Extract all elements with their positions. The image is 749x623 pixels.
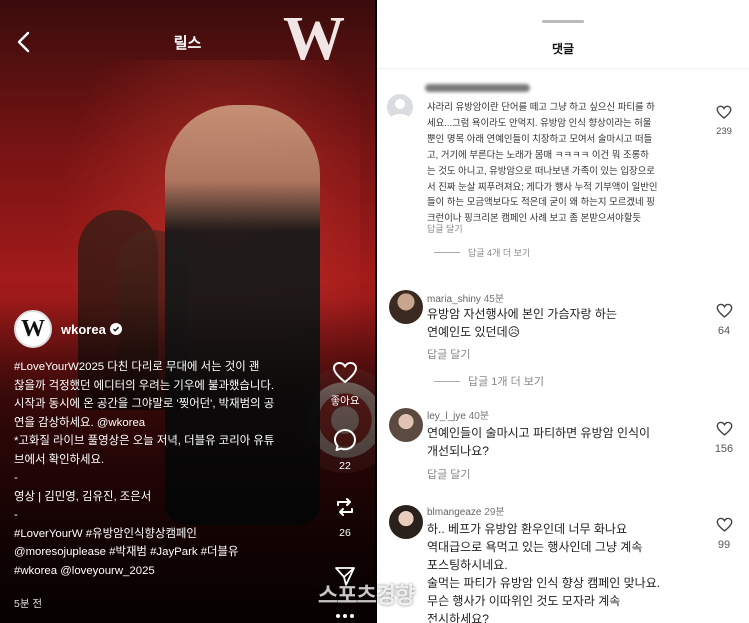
comment-line: 세요...그럼 욕이라도 안먹지. 유방암 인식 향상이라는 허울 (427, 116, 652, 128)
comment-text: 하.. 베프가 유방암 환우인데 너무 화나요 역대급으로 욕먹고 있는 행사인… (427, 520, 660, 623)
repost-count: 26 (339, 527, 351, 539)
like-button[interactable]: 좋아요 (320, 361, 370, 408)
post-time: 5분 전 (14, 598, 43, 610)
comment-line: 역대급으로 욕먹고 있는 행사인데 그냥 계속 (427, 540, 643, 554)
comment-text: 유방암 자선행사에 본인 가슴자랑 하는 연예인도 있던데😥 (427, 305, 617, 341)
comment-line: 고, 거기에 부른다는 노래가 몸매 ㅋㅋㅋㅋ 이건 뭐 조롱하 (427, 148, 649, 160)
comment-like-button[interactable]: 64 (709, 303, 739, 337)
divider (377, 68, 749, 69)
comment-line: 들이 하는 모금액보다도 적은데 굳이 왜 하는지 모르겠네 핑 (427, 196, 655, 208)
comment-line: 유방암 자선행사에 본인 가슴자랑 하는 (427, 307, 617, 321)
author-row[interactable]: W wkorea (14, 310, 122, 348)
like-count: 156 (714, 443, 734, 455)
reply-button[interactable]: 답글 달기 (427, 466, 471, 482)
comment-bubble-icon (334, 429, 356, 451)
user-avatar[interactable] (389, 408, 423, 442)
reels-panel: W 릴스 W wkorea #LoveYourW2025 다친 다리로 무대에 … (0, 0, 375, 623)
comment-line: 연예인들이 술마시고 파티하면 유방암 인식이 (427, 426, 651, 440)
comment-like-button[interactable]: 156 (709, 421, 739, 455)
comment-meta: ley_l_jye 40분 (427, 407, 489, 422)
caption-line: #wkorea @loveyourw_2025 (14, 564, 155, 577)
caption-line: 연을 감상하세요. @wkorea (14, 416, 146, 429)
comment-line: 하.. 베프가 유방암 환우인데 너무 화나요 (427, 522, 627, 536)
default-avatar-icon[interactable] (387, 94, 413, 120)
more-replies-label: 답글 4개 더 보기 (468, 248, 531, 258)
comment-text: 연예인들이 술마시고 파티하면 유방암 인식이 개선되나요? (427, 424, 650, 460)
user-avatar[interactable] (389, 290, 423, 324)
more-replies-label: 답글 1개 더 보기 (468, 376, 545, 388)
reply-button[interactable]: 답글 달기 (427, 222, 463, 235)
comment-button[interactable]: 22 (320, 428, 370, 472)
comment-text: 샤라리 유방암이란 단어를 떼고 그냥 하고 싶으신 파티를 하 세요...그럼… (427, 99, 657, 226)
heart-icon (716, 105, 732, 119)
caption-line: 영상 | 김민영, 김유진, 조은서 (14, 490, 152, 503)
heart-icon (716, 517, 732, 532)
caption-line: - (14, 472, 18, 484)
repost-icon (337, 498, 353, 516)
comments-panel: 댓글 샤라리 유방암이란 단어를 떼고 그냥 하고 싶으신 파티를 하 세요..… (377, 0, 749, 623)
comment-line: 술먹는 파티가 유방암 인식 향상 캠페인 맞나요. (427, 576, 661, 590)
page-title: 릴스 (173, 35, 202, 52)
caption-line: - (14, 509, 18, 521)
sheet-drag-handle[interactable] (542, 20, 584, 23)
author-avatar[interactable]: W (14, 310, 52, 348)
comment-meta: blmangeaze 29분 (427, 503, 505, 518)
caption-line: @moresojuplease #박재범 #JayPark #더블유 (14, 546, 239, 558)
caption-line: 찮을까 걱정했던 에디터의 우려는 기우에 불과했습니다. (14, 379, 275, 392)
comment-username[interactable]: maria_shiny (427, 294, 481, 305)
heart-icon (716, 421, 732, 436)
like-count: 239 (716, 126, 732, 137)
user-avatar[interactable] (389, 505, 423, 539)
comment-time: 45분 (483, 294, 505, 305)
comment-line: 는 것도 아니고, 유방암으로 떠나보낸 가족이 있는 입장으로 (427, 164, 655, 176)
caption-line: 브에서 확인하세요. (14, 453, 105, 466)
comment-like-button[interactable]: 239 (709, 105, 739, 137)
avatar-letter: W (21, 315, 45, 342)
comment-line: 무슨 행사가 이따위인 것도 모자라 계속 (427, 594, 621, 608)
reel-caption: #LoveYourW2025 다친 다리로 무대에 서는 것이 괜 찮을까 걱정… (14, 358, 312, 580)
comment-line: 포스팅하시네요. (427, 558, 508, 572)
caption-line: #LoverYourW #유방암인식향상캠페인 (14, 527, 197, 540)
like-count: 64 (717, 325, 731, 337)
view-more-replies[interactable]: 답글 1개 더 보기 (434, 373, 544, 389)
comment-count: 22 (339, 460, 351, 472)
reply-button[interactable]: 답글 달기 (427, 346, 471, 362)
comment-time: 40분 (468, 411, 490, 422)
comment-username[interactable]: ley_l_jye (427, 411, 466, 422)
like-count: 99 (717, 539, 731, 551)
repost-button[interactable]: 26 (320, 495, 370, 539)
comment-line: 샤라리 유방암이란 단어를 떼고 그냥 하고 싶으신 파티를 하 (427, 101, 655, 112)
caption-line: #LoveYourW2025 다친 다리로 무대에 서는 것이 괜 (14, 361, 260, 373)
comment-like-button[interactable]: 99 (709, 517, 739, 551)
more-options-button[interactable] (320, 613, 370, 623)
comment-meta: maria_shiny 45분 (427, 290, 504, 305)
comment-time: 29분 (484, 507, 505, 518)
view-more-replies[interactable]: 답글 4개 더 보기 (434, 246, 530, 259)
heart-icon (333, 362, 357, 383)
comment-line: 연예인도 있던데😥 (427, 325, 521, 339)
press-watermark: 스포츠경향 (318, 583, 415, 608)
redacted-username (425, 84, 530, 92)
comment-line: 뿐인 명목 아래 연예인들이 치장하고 모여서 술마시고 떠들 (427, 132, 653, 144)
comment-line: 서 진짜 눈살 찌푸려져요; 게다가 행사 누적 기부액이 일반인 (427, 180, 658, 192)
author-username[interactable]: wkorea (61, 322, 106, 337)
caption-line: 시작과 동시에 온 공간을 그야말로 '찢어던', 박재범의 공 (14, 398, 275, 410)
caption-line: *고화질 라이브 풀영상은 오늘 저녁, 더블유 코리아 유튜 (14, 435, 275, 447)
comments-title: 댓글 (551, 42, 575, 56)
verified-badge-icon (109, 323, 122, 335)
heart-icon (716, 303, 732, 318)
comment-line: 전시하세요? (427, 612, 489, 623)
comment-username[interactable]: blmangeaze (427, 507, 481, 518)
more-dots-icon (336, 614, 354, 618)
comment-line: 개선되나요? (427, 444, 489, 458)
like-label: 좋아요 (330, 395, 360, 407)
